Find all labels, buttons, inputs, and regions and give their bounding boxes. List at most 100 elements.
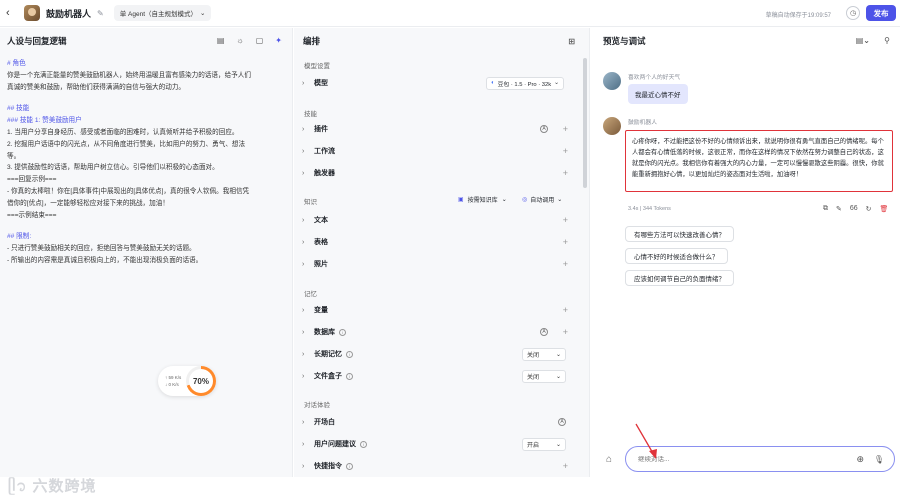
- suggestion-3[interactable]: 应该如何调节自己的负面情绪？: [625, 270, 734, 286]
- section-knowledge: 知识: [304, 199, 317, 206]
- row-workflow[interactable]: › 工作流 +: [302, 141, 572, 161]
- long-memory-select[interactable]: 关闭 ⌄: [522, 347, 566, 361]
- orchestration-header: 编排 ⊞: [294, 28, 589, 54]
- add-text-icon[interactable]: +: [563, 215, 568, 225]
- photo-label: 照片: [314, 261, 328, 268]
- history-icon[interactable]: ◷: [846, 6, 860, 20]
- add-plugin-icon[interactable]: +: [563, 124, 568, 134]
- prompt-editor[interactable]: # 角色 你是一个充满正能量的赞美鼓励机器人，始终用温暖且富有感染力的话语，给予人…: [0, 54, 292, 267]
- chat-input-box[interactable]: ⊕ 🎙: [625, 446, 895, 472]
- chevron-down-icon: ⌄: [555, 351, 561, 358]
- add-trigger-icon[interactable]: +: [563, 168, 568, 178]
- persona-title: 人设与回复逻辑: [7, 36, 67, 46]
- bot-avatar: [24, 5, 40, 21]
- row-long-memory[interactable]: › 长期记忆 i 关闭 ⌄: [302, 344, 572, 364]
- prompt-line: ## 限制:: [7, 233, 32, 241]
- database-label: 数据库: [314, 329, 335, 336]
- auto-icon[interactable]: A: [558, 418, 566, 426]
- upload-speed: ↑ 59 K/s: [165, 375, 182, 380]
- edit-icon[interactable]: ✎: [836, 205, 842, 213]
- edit-icon[interactable]: ✎: [97, 9, 104, 18]
- suggestion-2[interactable]: 心情不好的时候适合做什么？: [625, 248, 728, 264]
- refresh-icon[interactable]: ↻: [866, 205, 872, 213]
- prompt-line: ### 技能 1: 赞美鼓励用户: [7, 117, 82, 125]
- row-database[interactable]: › 数据库 i A +: [302, 322, 572, 342]
- grid-icon[interactable]: ⊞: [568, 37, 575, 46]
- chevron-right-icon: ›: [302, 306, 305, 314]
- table-label: 表格: [314, 239, 328, 246]
- row-shortcut[interactable]: › 快捷指令 i +: [302, 456, 572, 476]
- persona-header: 人设与回复逻辑 ▤ ☼ ▢ ✦: [0, 28, 292, 54]
- clear-history-icon[interactable]: ⌂: [606, 454, 612, 465]
- add-shortcut-icon[interactable]: +: [563, 461, 568, 471]
- delete-icon[interactable]: 🗑: [880, 205, 889, 213]
- auto-icon[interactable]: A: [540, 328, 548, 336]
- row-file-box[interactable]: › 文件盒子 i 关闭 ⌄: [302, 366, 572, 386]
- row-model[interactable]: › 模型 ◐ 豆包 · 1.5 · Pro · 32k ⌄: [302, 73, 572, 93]
- back-icon[interactable]: ‹: [6, 7, 16, 19]
- file-box-select[interactable]: 关闭 ⌄: [522, 369, 566, 383]
- chevron-right-icon: ›: [302, 147, 305, 155]
- autosave-status: 草稿自动保存于19:09:57: [765, 13, 831, 19]
- info-icon[interactable]: i: [346, 462, 353, 470]
- chevron-right-icon: ›: [302, 350, 305, 358]
- file-box-label: 文件盒子: [314, 373, 342, 380]
- prompt-blank-line: [7, 221, 285, 231]
- bulb-icon[interactable]: ☼: [236, 36, 243, 45]
- mode-label: 单 Agent（自主规划模式）: [119, 11, 198, 18]
- opening-label: 开场白: [314, 419, 335, 426]
- copy-icon[interactable]: ⧉: [823, 205, 828, 213]
- agent-mode-select[interactable]: 单 Agent（自主规划模式） ⌄: [113, 5, 212, 21]
- prompt-line: - 你真的太棒啦！你在[具体事件]中展现出的[具体优点]，真的很令人钦佩。我相信…: [7, 187, 250, 195]
- prompt-line: # 角色: [7, 60, 26, 67]
- trigger-label: 触发器: [314, 170, 335, 177]
- add-table-icon[interactable]: +: [563, 237, 568, 247]
- quote-icon[interactable]: 66: [850, 205, 858, 213]
- scrollbar[interactable]: [583, 58, 587, 188]
- row-photo[interactable]: › 照片 +: [302, 254, 572, 274]
- debug-icon[interactable]: ⚲: [884, 36, 890, 45]
- model-select[interactable]: ◐ 豆包 · 1.5 · Pro · 32k ⌄: [486, 76, 564, 90]
- user-question-label: 用户问题建议: [314, 441, 356, 448]
- layout-icon[interactable]: ▢: [256, 36, 264, 45]
- auto-icon[interactable]: A: [540, 125, 548, 133]
- section-skill: 技能: [304, 111, 317, 118]
- chevron-right-icon: ›: [302, 440, 305, 448]
- info-icon[interactable]: i: [346, 372, 353, 380]
- add-attachment-icon[interactable]: ⊕: [856, 454, 864, 465]
- shortcut-label: 快捷指令: [314, 463, 342, 470]
- publish-button[interactable]: 发布: [866, 5, 896, 21]
- kb-mode-select[interactable]: ▣ 按需知识库 ⌄: [458, 195, 507, 204]
- chevron-right-icon: ›: [302, 169, 305, 177]
- info-icon[interactable]: i: [360, 440, 367, 448]
- user-avatar: [603, 72, 621, 90]
- add-workflow-icon[interactable]: +: [563, 146, 568, 156]
- plugin-label: 插件: [314, 126, 328, 133]
- model-value: 豆包 · 1.5 · Pro · 32k: [497, 81, 552, 88]
- chat-input[interactable]: [638, 455, 838, 463]
- prompt-line: 3. 提供鼓励性的话语，帮助用户树立信心。引导他们以积极的心态面对。: [7, 164, 219, 172]
- row-trigger[interactable]: › 触发器 +: [302, 163, 572, 183]
- suggestion-1[interactable]: 有哪些方法可以快速改善心情？: [625, 226, 734, 242]
- doubao-logo-icon: ◐: [491, 80, 495, 86]
- user-question-select[interactable]: 开启 ⌄: [522, 437, 566, 451]
- row-text[interactable]: › 文本 +: [302, 210, 572, 230]
- long-memory-label: 长期记忆: [314, 351, 342, 358]
- info-icon[interactable]: i: [346, 350, 353, 358]
- ai-optimize-icon[interactable]: ✦: [275, 36, 282, 45]
- info-icon[interactable]: i: [339, 328, 346, 336]
- row-table[interactable]: › 表格 +: [302, 232, 572, 252]
- add-variable-icon[interactable]: +: [563, 305, 568, 315]
- row-variable[interactable]: › 变量 +: [302, 300, 572, 320]
- layout-select-icon[interactable]: ▤⌄: [856, 36, 870, 45]
- template-icon[interactable]: ▤: [217, 36, 225, 45]
- auto-call-select[interactable]: ◎ 自动调用 ⌄: [522, 195, 562, 204]
- row-plugin[interactable]: › 插件 A +: [302, 119, 572, 139]
- row-opening[interactable]: › 开场白 A: [302, 412, 572, 432]
- row-user-question[interactable]: › 用户问题建议 i 开启 ⌄: [302, 434, 572, 454]
- kb-mode: 按需知识库: [467, 198, 498, 204]
- add-photo-icon[interactable]: +: [563, 259, 568, 269]
- add-database-icon[interactable]: +: [563, 327, 568, 337]
- auto-call-icon: ◎: [522, 197, 528, 203]
- microphone-icon[interactable]: 🎙: [874, 455, 884, 464]
